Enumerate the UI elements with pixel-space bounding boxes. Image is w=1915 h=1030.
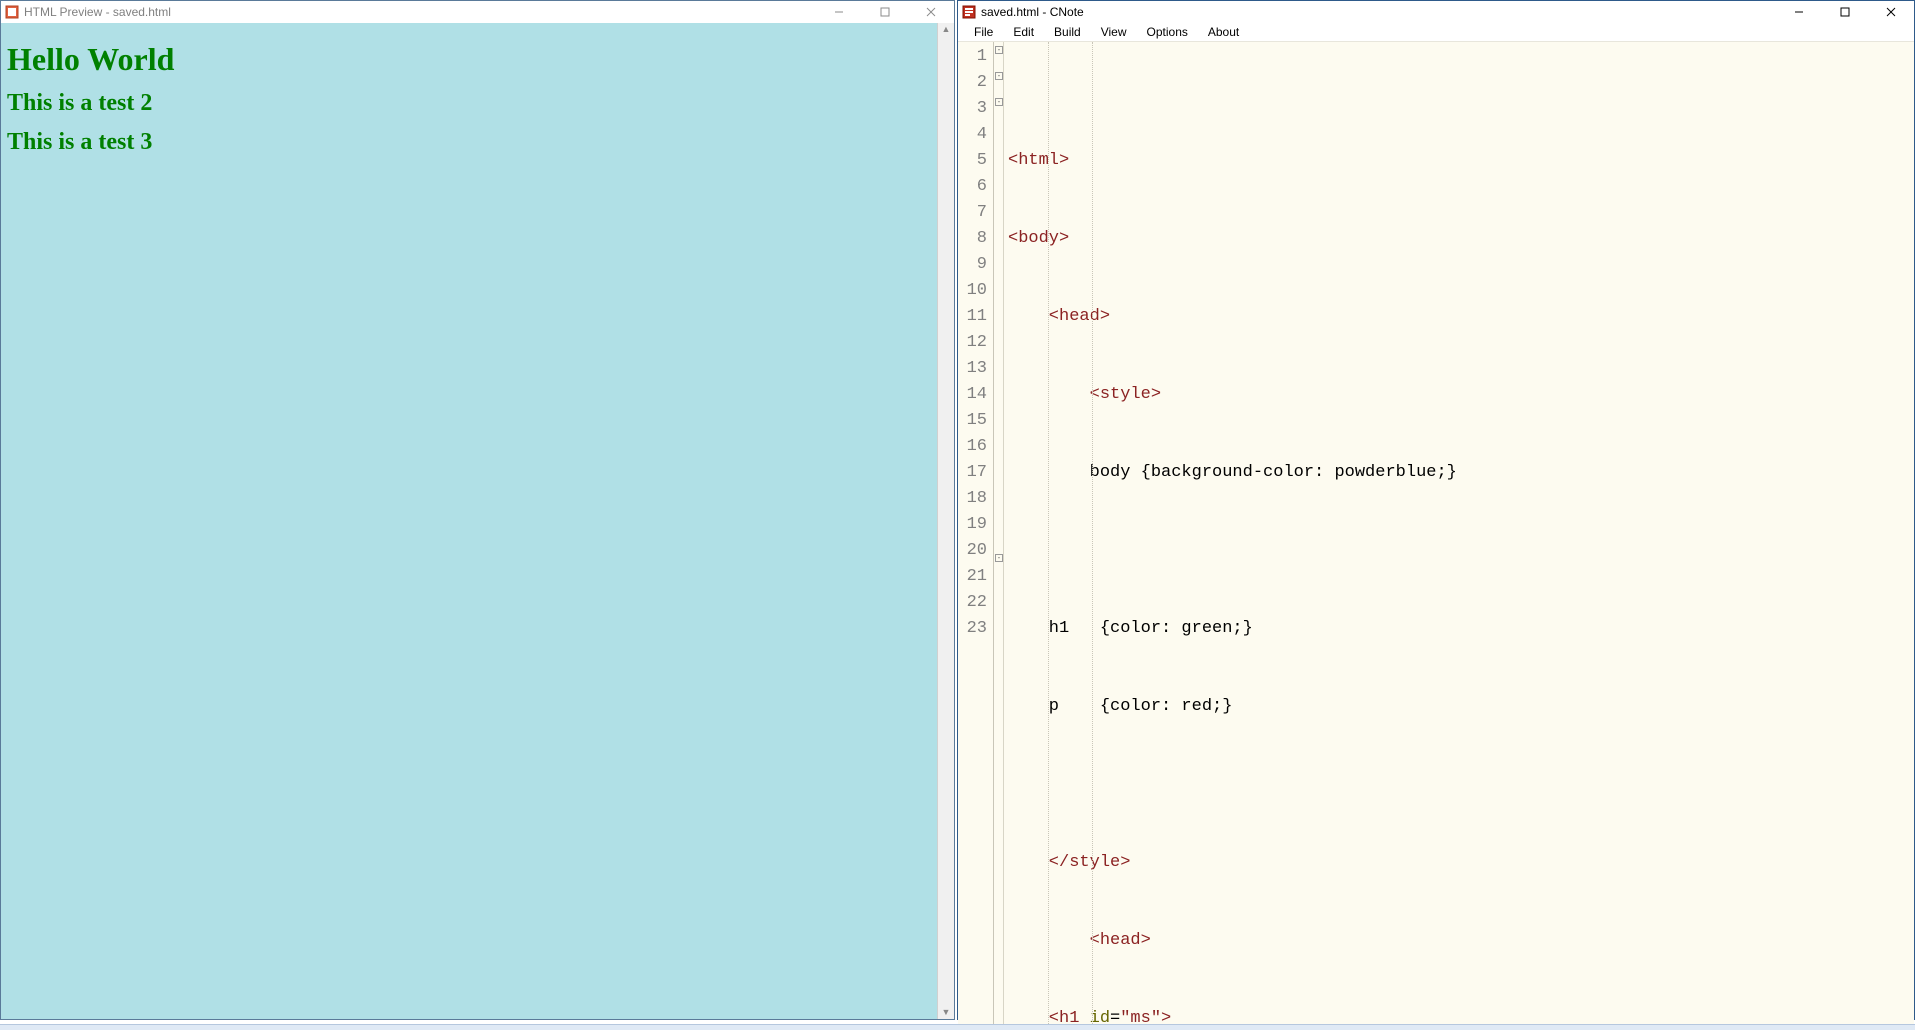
menu-about[interactable]: About [1198,23,1249,41]
editor-titlebar[interactable]: saved.html - CNote [958,1,1914,23]
line-number: 15 [958,408,993,434]
preview-title: HTML Preview - saved.html [24,5,171,19]
line-number: 11 [958,304,993,330]
preview-h2-b: This is a test 3 [7,129,931,156]
line-number: 4 [958,122,993,148]
line-number: 3 [958,96,993,122]
close-button[interactable] [1868,1,1914,23]
preview-h1: Hello World [7,41,931,78]
code-text: <style> [1008,385,1161,404]
line-number: 2 [958,70,993,96]
minimize-button[interactable] [816,1,862,23]
preview-titlebar[interactable]: HTML Preview - saved.html [1,1,954,23]
scroll-up-arrow-icon[interactable]: ▲ [942,25,951,34]
scroll-down-arrow-icon[interactable]: ▼ [942,1008,951,1017]
editor-window: saved.html - CNote File Edit Build View … [957,0,1915,1020]
menu-view[interactable]: View [1091,23,1137,41]
fold-marker-icon[interactable]: - [995,554,1003,562]
line-number: 14 [958,382,993,408]
editor-title: saved.html - CNote [981,5,1084,19]
app-icon [5,5,19,19]
preview-viewport: Hello World This is a test 2 This is a t… [1,23,937,1019]
fold-strip: - - - - [994,42,1004,1030]
maximize-button[interactable] [1822,1,1868,23]
fold-marker-icon[interactable]: - [995,98,1003,106]
code-text: <head> [1008,307,1110,326]
fold-marker-icon[interactable]: - [995,46,1003,54]
taskbar[interactable] [0,1024,1915,1030]
line-number: 5 [958,148,993,174]
app-icon [962,5,976,19]
code-text: <head> [1008,931,1151,950]
line-number: 6 [958,174,993,200]
line-number: 17 [958,460,993,486]
menu-file[interactable]: File [964,23,1003,41]
line-number: 19 [958,512,993,538]
preview-h2-a: This is a test 2 [7,90,931,117]
line-number: 21 [958,564,993,590]
close-button[interactable] [908,1,954,23]
menu-build[interactable]: Build [1044,23,1091,41]
line-number: 22 [958,590,993,616]
line-number: 7 [958,200,993,226]
code-text: p {color: red;} [1008,697,1232,716]
code-text: body {background-color: powderblue;} [1008,463,1457,482]
maximize-button[interactable] [862,1,908,23]
line-number: 18 [958,486,993,512]
line-number: 10 [958,278,993,304]
line-number-gutter: 1 2 3 4 5 6 7 8 9 10 11 12 13 14 15 16 1… [958,42,994,1030]
editor-area[interactable]: 1 2 3 4 5 6 7 8 9 10 11 12 13 14 15 16 1… [958,42,1914,1030]
line-number: 12 [958,330,993,356]
code-editor[interactable]: <html> <body> <head> <style> body {backg… [1004,42,1914,1030]
line-number: 8 [958,226,993,252]
line-number: 9 [958,252,993,278]
fold-marker-icon[interactable]: - [995,72,1003,80]
preview-window: HTML Preview - saved.html Hello World Th… [0,0,955,1020]
line-number: 1 [958,44,993,70]
code-text: <body> [1008,229,1069,248]
code-text: <html> [1008,151,1069,170]
line-number: 13 [958,356,993,382]
minimize-button[interactable] [1776,1,1822,23]
code-text: h1 {color: green;} [1008,619,1253,638]
line-number: 16 [958,434,993,460]
menu-bar: File Edit Build View Options About [958,23,1914,42]
line-number: 20 [958,538,993,564]
menu-edit[interactable]: Edit [1003,23,1044,41]
code-text: </style> [1008,853,1130,872]
line-number: 23 [958,616,993,642]
menu-options[interactable]: Options [1137,23,1198,41]
preview-scrollbar[interactable]: ▲ ▼ [937,23,954,1019]
